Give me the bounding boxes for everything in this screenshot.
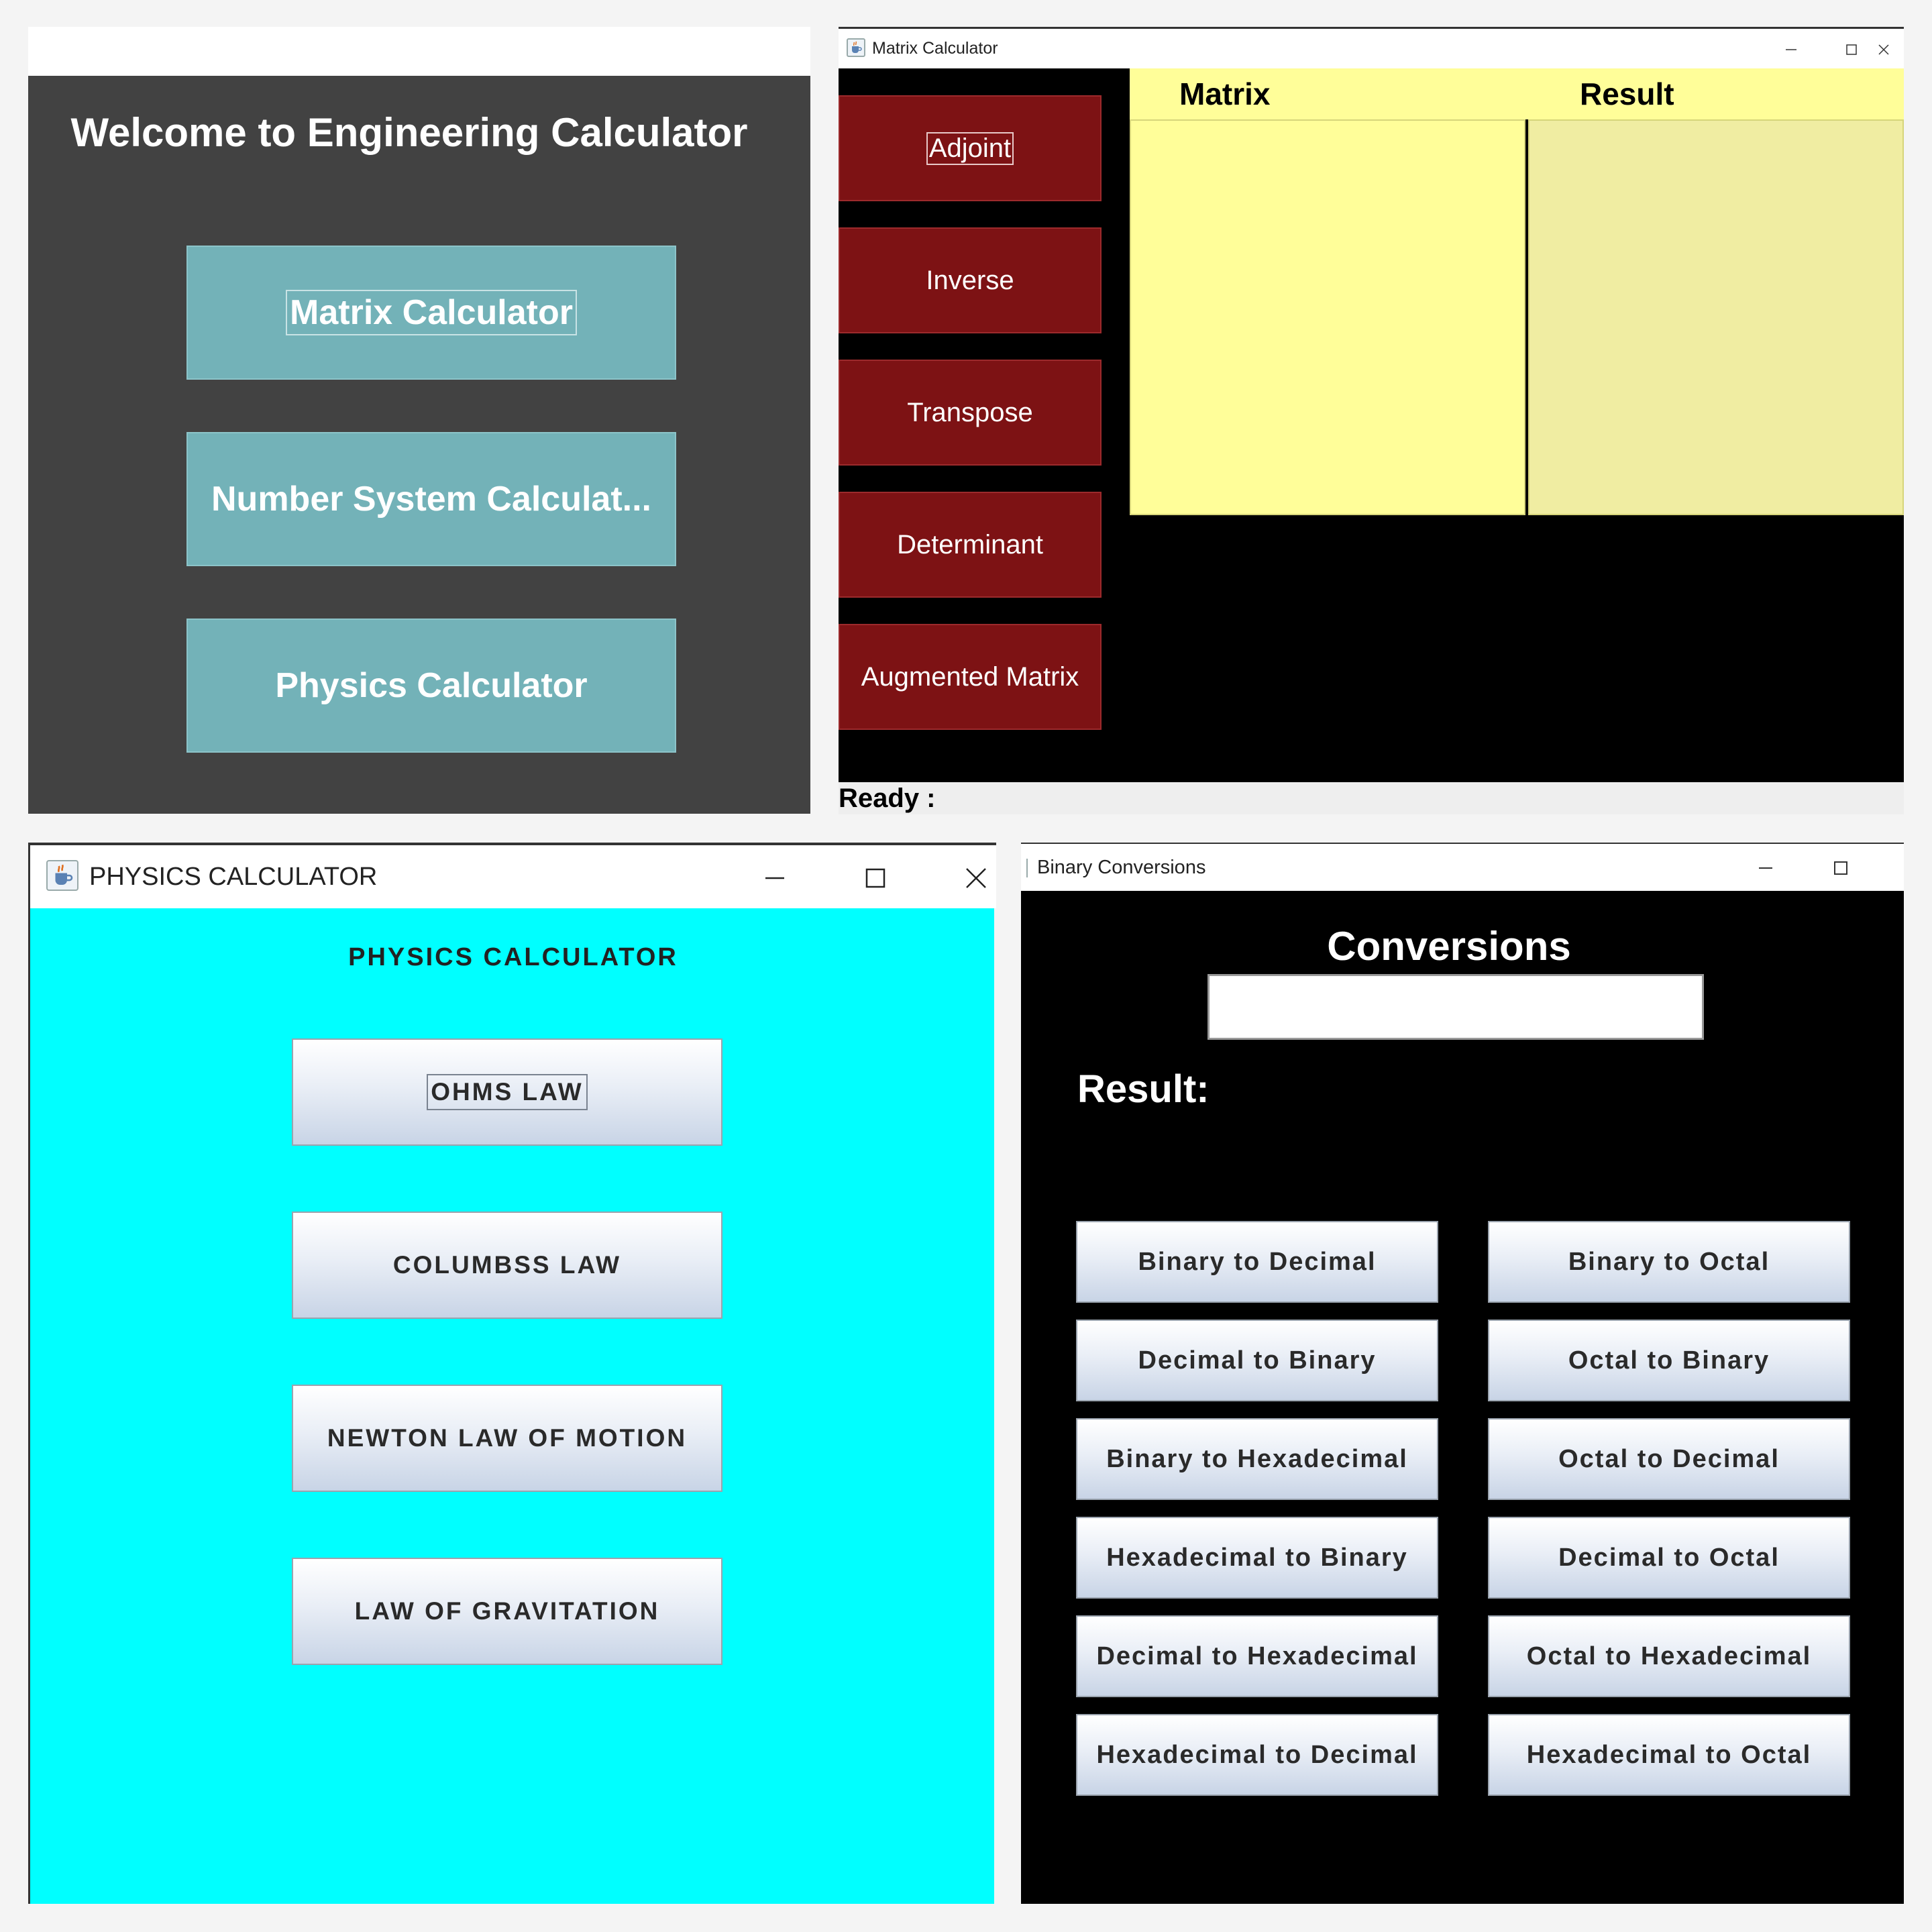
status-text: Ready : bbox=[839, 783, 936, 813]
decimal-to-octal-button[interactable]: Decimal to Octal bbox=[1488, 1517, 1850, 1599]
binary-to-decimal-button[interactable]: Binary to Decimal bbox=[1076, 1221, 1438, 1303]
matrix-table-header: Matrix Result bbox=[1130, 68, 1904, 119]
physics-calculator-label: Physics Calculator bbox=[275, 666, 588, 705]
inverse-button[interactable]: Inverse bbox=[839, 227, 1102, 333]
augmented-matrix-button[interactable]: Augmented Matrix bbox=[839, 624, 1102, 730]
conversion-label: Octal to Binary bbox=[1568, 1346, 1770, 1375]
close-icon[interactable] bbox=[949, 845, 1003, 911]
binary-conversions-window: Binary Conversions Conversions Result: B… bbox=[1021, 843, 1904, 1904]
conversion-label: Hexadecimal to Binary bbox=[1106, 1543, 1408, 1572]
ohms-law-button[interactable]: OHMS LAW bbox=[292, 1038, 722, 1146]
augmented-matrix-label: Augmented Matrix bbox=[861, 661, 1079, 692]
matrix-calculator-window: Matrix Calculator Adjoint Inverse Transp… bbox=[839, 27, 1904, 814]
matrix-window-title: Matrix Calculator bbox=[872, 39, 998, 58]
conversion-label: Binary to Decimal bbox=[1138, 1247, 1377, 1276]
matrix-input-area[interactable] bbox=[1130, 119, 1525, 515]
binary-to-octal-button[interactable]: Binary to Octal bbox=[1488, 1221, 1850, 1303]
conversion-label: Octal to Hexadecimal bbox=[1526, 1642, 1812, 1670]
coulombs-law-button[interactable]: COLUMBSS LAW bbox=[292, 1212, 722, 1319]
matrix-calculator-button[interactable]: Matrix Calculator bbox=[186, 246, 676, 380]
octal-to-hexadecimal-button[interactable]: Octal to Hexadecimal bbox=[1488, 1615, 1850, 1697]
binary-window-title: Binary Conversions bbox=[1037, 856, 1206, 878]
number-system-calculator-button[interactable]: Number System Calculat... bbox=[186, 432, 676, 566]
adjoint-label: Adjoint bbox=[926, 131, 1014, 165]
welcome-window: Welcome to Engineering Calculator Matrix… bbox=[28, 76, 810, 814]
matrix-calculator-label: Matrix Calculator bbox=[286, 290, 577, 335]
adjoint-button[interactable]: Adjoint bbox=[839, 95, 1102, 201]
conversion-label: Binary to Octal bbox=[1568, 1247, 1770, 1276]
coulombs-law-label: COLUMBSS LAW bbox=[392, 1251, 622, 1279]
number-input-field[interactable] bbox=[1208, 974, 1704, 1040]
hexadecimal-to-octal-button[interactable]: Hexadecimal to Octal bbox=[1488, 1714, 1850, 1796]
conversion-label: Binary to Hexadecimal bbox=[1106, 1444, 1408, 1473]
determinant-button[interactable]: Determinant bbox=[839, 492, 1102, 598]
maximize-icon[interactable] bbox=[1821, 844, 1861, 892]
decimal-to-binary-button[interactable]: Decimal to Binary bbox=[1076, 1320, 1438, 1401]
conversion-label: Hexadecimal to Decimal bbox=[1096, 1740, 1418, 1769]
number-system-calculator-label: Number System Calculat... bbox=[211, 480, 651, 519]
physics-window-titlebar: PHYSICS CALCULATOR bbox=[30, 843, 996, 908]
binary-window-titlebar: Binary Conversions bbox=[1021, 843, 1904, 891]
hexadecimal-to-binary-button[interactable]: Hexadecimal to Binary bbox=[1076, 1517, 1438, 1599]
octal-to-decimal-button[interactable]: Octal to Decimal bbox=[1488, 1418, 1850, 1500]
hexadecimal-to-decimal-button[interactable]: Hexadecimal to Decimal bbox=[1076, 1714, 1438, 1796]
transpose-button[interactable]: Transpose bbox=[839, 360, 1102, 466]
physics-calculator-window: PHYSICS CALCULATOR PHYSICS CALCULATOR OH… bbox=[28, 843, 996, 1904]
physics-window-title: PHYSICS CALCULATOR bbox=[89, 862, 378, 891]
matrix-workspace: Adjoint Inverse Transpose Determinant Au… bbox=[839, 68, 1904, 782]
ohms-law-label: OHMS LAW bbox=[427, 1074, 588, 1110]
newton-law-label: NEWTON LAW OF MOTION bbox=[327, 1424, 688, 1452]
newton-law-button[interactable]: NEWTON LAW OF MOTION bbox=[292, 1385, 722, 1492]
java-cup-icon bbox=[46, 860, 78, 891]
conversion-label: Decimal to Octal bbox=[1558, 1543, 1780, 1572]
welcome-title: Welcome to Engineering Calculator bbox=[70, 110, 748, 155]
gravitation-law-label: LAW OF GRAVITATION bbox=[354, 1597, 660, 1625]
octal-to-binary-button[interactable]: Octal to Binary bbox=[1488, 1320, 1850, 1401]
gravitation-law-button[interactable]: LAW OF GRAVITATION bbox=[292, 1558, 722, 1665]
determinant-label: Determinant bbox=[897, 529, 1043, 559]
physics-calculator-button[interactable]: Physics Calculator bbox=[186, 619, 676, 753]
minimize-icon[interactable] bbox=[1771, 29, 1811, 70]
physics-heading: PHYSICS CALCULATOR bbox=[348, 943, 678, 971]
status-bar: Ready : bbox=[839, 782, 1904, 814]
conversion-label: Decimal to Hexadecimal bbox=[1096, 1642, 1418, 1670]
conversions-heading: Conversions bbox=[1327, 924, 1571, 969]
conversion-label: Octal to Decimal bbox=[1558, 1444, 1780, 1473]
conversion-label: Decimal to Binary bbox=[1138, 1346, 1377, 1375]
decimal-to-hexadecimal-button[interactable]: Decimal to Hexadecimal bbox=[1076, 1615, 1438, 1697]
close-icon[interactable] bbox=[1864, 29, 1904, 70]
conversion-label: Hexadecimal to Octal bbox=[1526, 1740, 1812, 1769]
java-cup-icon bbox=[847, 38, 865, 57]
result-label: Result: bbox=[1077, 1067, 1210, 1111]
matrix-window-titlebar: Matrix Calculator bbox=[839, 27, 1904, 68]
minimize-icon[interactable] bbox=[748, 845, 802, 911]
inverse-label: Inverse bbox=[926, 265, 1014, 295]
transpose-label: Transpose bbox=[907, 397, 1033, 427]
java-cup-icon bbox=[1021, 859, 1028, 877]
binary-to-hexadecimal-button[interactable]: Binary to Hexadecimal bbox=[1076, 1418, 1438, 1500]
minimize-icon[interactable] bbox=[1746, 844, 1786, 892]
result-output-area bbox=[1528, 119, 1904, 515]
welcome-window-titlebar bbox=[28, 27, 810, 76]
matrix-column-header: Matrix bbox=[1179, 76, 1271, 111]
maximize-icon[interactable] bbox=[849, 845, 902, 911]
result-column-header: Result bbox=[1580, 76, 1674, 111]
